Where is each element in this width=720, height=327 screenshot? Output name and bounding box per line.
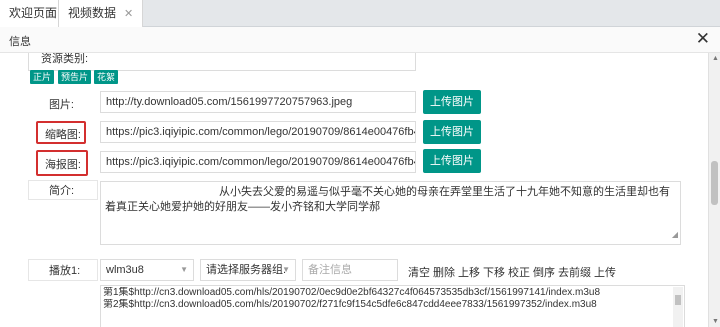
server-group-select-value: 请选择服务器组. <box>206 264 287 276</box>
tab-video-data-label: 视频数据 <box>68 6 117 20</box>
reverse-button[interactable]: 倒序 <box>533 267 555 279</box>
tag-extras[interactable]: 花絮 <box>94 70 119 84</box>
poster-label: 海报图: <box>44 159 81 171</box>
chevron-down-icon: ▼ <box>180 265 188 274</box>
intro-label-box: 简介: <box>28 180 98 200</box>
image-url-input[interactable]: http://ty.download05.com/156199772075796… <box>100 91 416 113</box>
remove-prefix-button[interactable]: 去前缀 <box>558 267 591 279</box>
textarea-scrollbar[interactable] <box>673 287 683 327</box>
tab-welcome[interactable]: 欢迎页面 <box>0 0 67 27</box>
dialog-scrollbar[interactable]: ▲ ▼ <box>708 53 720 327</box>
thumbnail-url-input[interactable]: https://pic3.iqiyipic.com/common/lego/20… <box>100 121 416 143</box>
delete-button[interactable]: 删除 <box>433 267 455 279</box>
close-icon[interactable]: ✕ <box>696 29 710 49</box>
upload-button[interactable]: 上传 <box>594 267 616 279</box>
note-input[interactable]: 备注信息 <box>302 259 398 281</box>
resize-grip-icon[interactable]: ◢ <box>558 227 678 242</box>
scroll-thumb[interactable] <box>711 161 718 205</box>
play-label-box: 播放1: <box>28 259 98 281</box>
intro-text: 从小失去父爱的易遥与似乎毫不关心她的母亲在弄堂里生活了十九年她不知意的生活里却也… <box>105 186 670 213</box>
tab-bar: 欢迎页面 视频数据 ✕ <box>0 0 720 27</box>
upload-thumbnail-button[interactable]: 上传图片 <box>423 120 481 144</box>
thumbnail-label: 缩略图: <box>44 129 81 141</box>
move-down-button[interactable]: 下移 <box>483 267 505 279</box>
tag-trailer[interactable]: 预告片 <box>58 70 92 84</box>
tab-welcome-label: 欢迎页面 <box>9 6 58 20</box>
play-urls-textarea[interactable]: 第1集$http://cn3.download05.com/hls/201907… <box>100 285 685 327</box>
scroll-down-icon[interactable]: ▼ <box>712 318 719 325</box>
clear-button[interactable]: 清空 <box>408 267 430 279</box>
intro-textarea[interactable]: 从小失去父爱的易遥与似乎毫不关心她的母亲在弄堂里生活了十九年她不知意的生活里却也… <box>100 181 681 245</box>
tab-close-icon[interactable]: ✕ <box>124 8 133 20</box>
poster-url-input[interactable]: https://pic3.iqiyipic.com/common/lego/20… <box>100 151 416 173</box>
tag-main[interactable]: 正片 <box>30 70 55 84</box>
tab-video-data[interactable]: 视频数据 ✕ <box>58 0 144 27</box>
textarea-scroll-thumb[interactable] <box>675 295 681 305</box>
image-label: 图片: <box>48 99 74 111</box>
upload-poster-button[interactable]: 上传图片 <box>423 149 481 173</box>
intro-label: 简介: <box>49 185 75 197</box>
play-label: 播放1: <box>49 265 81 277</box>
server-group-select[interactable]: 请选择服务器组. ▼ <box>200 259 296 281</box>
player-select[interactable]: wlm3u8 ▼ <box>100 259 194 281</box>
upload-image-button[interactable]: 上传图片 <box>423 90 481 114</box>
resource-type-box: 资源类别: <box>28 53 416 71</box>
play-operations: 清空 删除 上移 下移 校正 倒序 去前缀 上传 <box>408 264 619 280</box>
dialog-title: 信息 <box>9 36 31 48</box>
resource-type-label: 资源类别: <box>41 53 89 65</box>
dialog-header: 信息 ✕ <box>0 27 720 53</box>
play-url-line: 第2集$http://cn3.download05.com/hls/201907… <box>103 299 597 310</box>
dialog-content: 资源类别: 正片 预告片 花絮 图片: http://ty.download05… <box>0 53 708 327</box>
scroll-up-icon[interactable]: ▲ <box>712 55 719 62</box>
chevron-down-icon: ▼ <box>282 265 290 274</box>
move-up-button[interactable]: 上移 <box>458 267 480 279</box>
play-url-line: 第1集$http://cn3.download05.com/hls/201907… <box>103 287 601 298</box>
correct-button[interactable]: 校正 <box>508 267 530 279</box>
player-select-value: wlm3u8 <box>106 264 144 276</box>
info-dialog: 信息 ✕ 资源类别: 正片 预告片 花絮 图片: http://ty.downl… <box>0 27 720 327</box>
